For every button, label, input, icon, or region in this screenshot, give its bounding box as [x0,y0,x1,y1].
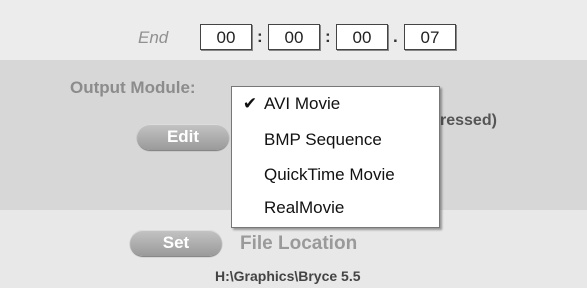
menu-item-realmovie[interactable]: RealMovie [232,191,439,225]
menu-item-bmp-sequence[interactable]: BMP Sequence [232,123,439,157]
file-location-label: File Location [240,233,358,254]
end-label: End [138,28,169,47]
end-seconds-field[interactable]: 00 [336,24,388,50]
menu-item-label: BMP Sequence [264,130,382,149]
timecode-separator: : [325,27,331,46]
edit-button[interactable]: Edit [137,124,229,150]
end-hours-field[interactable]: 00 [200,24,252,50]
set-button[interactable]: Set [130,230,222,256]
end-minutes-field[interactable]: 00 [268,24,320,50]
output-module-label: Output Module: [70,78,196,97]
timecode-separator: . [393,27,398,46]
compression-label: ressed) [440,112,497,129]
menu-item-label: AVI Movie [264,94,341,113]
file-path: H:\Graphics\Bryce 5.5 [215,268,361,284]
output-module-dropdown[interactable]: ✔ AVI Movie BMP Sequence QuickTime Movie… [231,86,440,228]
menu-item-label: RealMovie [264,198,345,217]
end-frames-field[interactable]: 07 [404,24,456,50]
checkmark-icon: ✔ [242,94,258,113]
menu-item-label: QuickTime Movie [264,165,395,184]
menu-item-quicktime-movie[interactable]: QuickTime Movie [232,158,439,192]
menu-item-avi-movie[interactable]: ✔ AVI Movie [232,87,439,121]
timecode-separator: : [257,27,263,46]
